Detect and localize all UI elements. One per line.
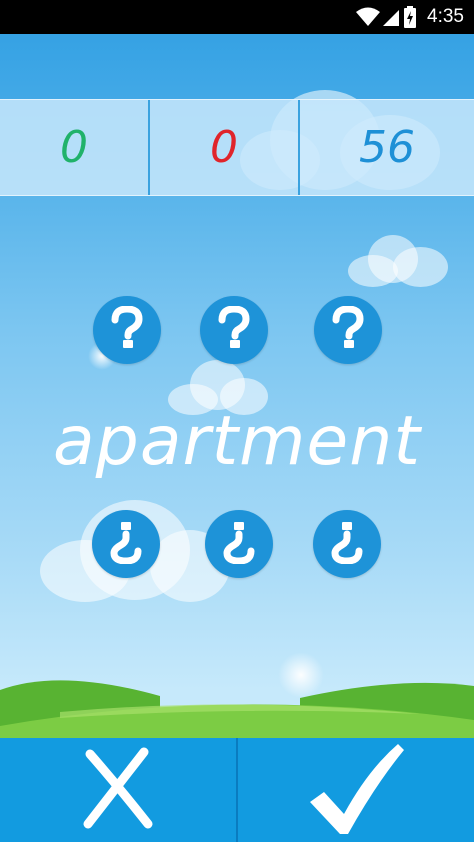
checkmark-icon: [306, 740, 406, 840]
accept-button[interactable]: [238, 738, 474, 842]
status-bar: 4:35: [0, 0, 474, 34]
hint-button-bottom-1[interactable]: [92, 510, 160, 578]
action-bar: [0, 738, 474, 842]
hint-button-bottom-3[interactable]: [313, 510, 381, 578]
correct-count: 0: [60, 122, 88, 173]
wrong-count: 0: [210, 122, 238, 173]
cell-signal-icon: [381, 6, 401, 32]
timer-count: 56: [359, 122, 415, 173]
inverted-question-mark-icon: [107, 520, 145, 568]
battery-charging-icon: [403, 6, 417, 32]
question-mark-icon: [108, 305, 146, 354]
cross-icon: [78, 746, 158, 834]
score-bar: 0 0 56: [0, 99, 474, 196]
status-time: 4:35: [427, 6, 464, 27]
wifi-icon: [355, 6, 381, 32]
hint-button-top-2[interactable]: [200, 296, 268, 364]
question-mark-icon: [215, 305, 253, 354]
inverted-question-mark-icon: [220, 520, 258, 568]
target-word: apartment: [53, 402, 421, 481]
question-mark-icon: [329, 305, 367, 354]
reject-button[interactable]: [0, 738, 236, 842]
cloud-decoration: [348, 235, 448, 287]
inverted-question-mark-icon: [328, 520, 366, 568]
hint-button-bottom-2[interactable]: [205, 510, 273, 578]
hint-button-top-3[interactable]: [314, 296, 382, 364]
grass-hills: [0, 680, 474, 740]
hint-button-top-1[interactable]: [93, 296, 161, 364]
